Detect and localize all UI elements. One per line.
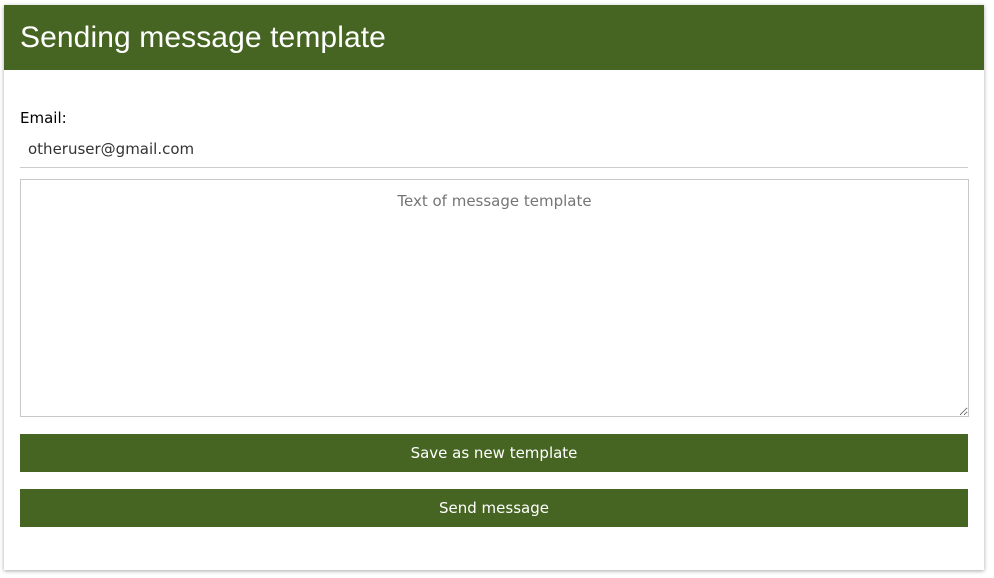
save-template-button[interactable]: Save as new template [20,434,968,472]
email-label: Email: [20,109,67,127]
page-header: Sending message template [4,5,984,70]
send-message-button[interactable]: Send message [20,489,968,527]
page-title: Sending message template [20,20,386,54]
template-card: Sending message template Email: Save as … [4,5,984,570]
email-field[interactable] [20,130,968,168]
message-textarea[interactable] [20,179,969,417]
